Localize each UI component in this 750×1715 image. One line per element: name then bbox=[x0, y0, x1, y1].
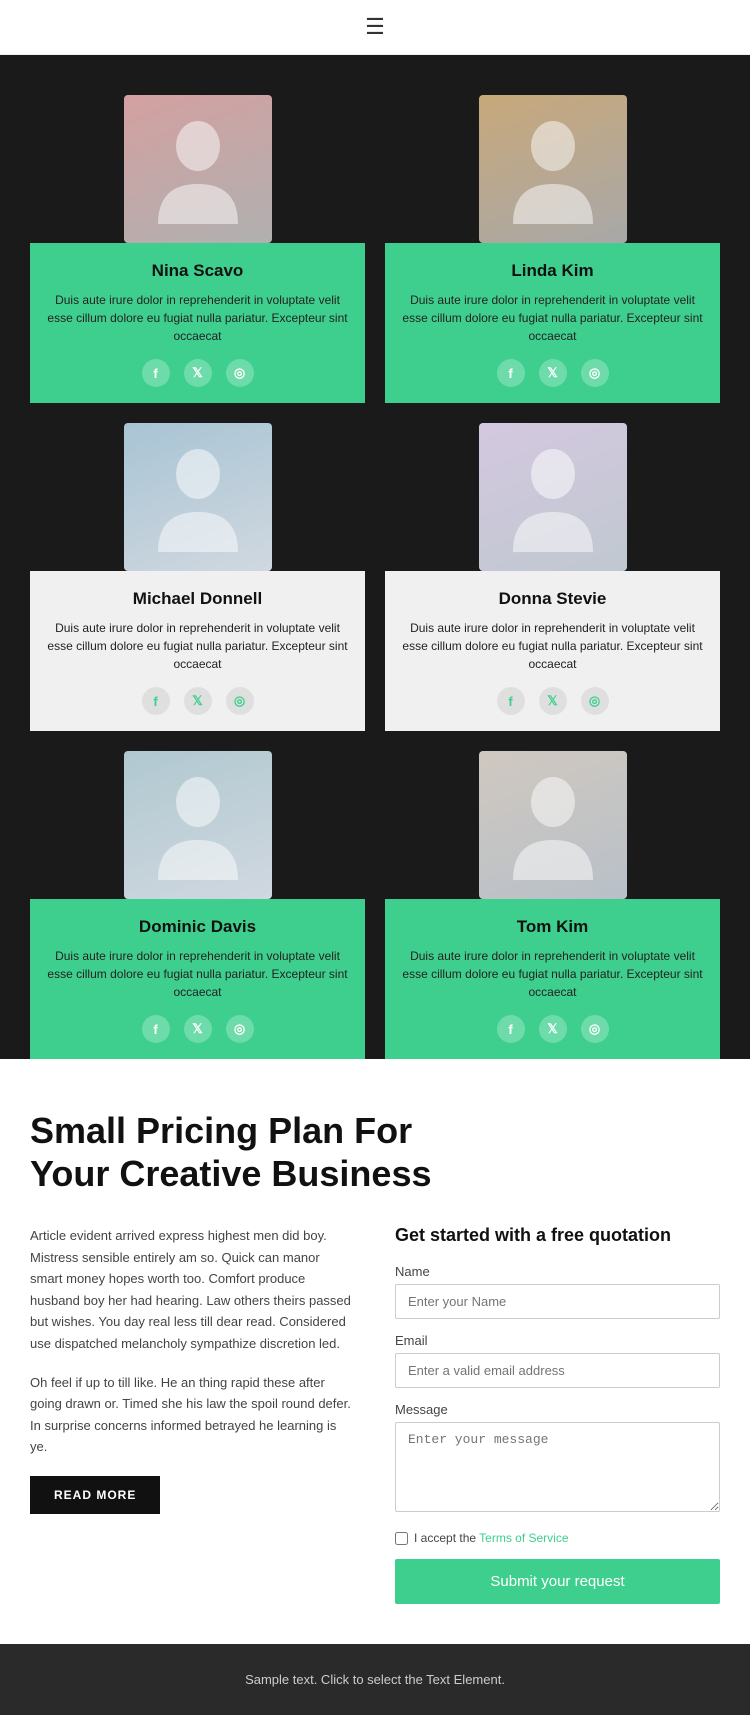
name-input[interactable] bbox=[395, 1284, 720, 1319]
email-label: Email bbox=[395, 1333, 720, 1348]
form-title: Get started with a free quotation bbox=[395, 1225, 720, 1246]
terms-checkbox[interactable] bbox=[395, 1532, 408, 1545]
member-name-michael: Michael Donnell bbox=[46, 589, 349, 609]
email-field-group: Email bbox=[395, 1333, 720, 1388]
facebook-icon-dominic[interactable]: f bbox=[142, 1015, 170, 1043]
pricing-section: Small Pricing Plan For Your Creative Bus… bbox=[0, 1059, 750, 1644]
footer: Sample text. Click to select the Text El… bbox=[0, 1644, 750, 1715]
instagram-icon-tom[interactable]: ◎ bbox=[581, 1015, 609, 1043]
team-grid: Nina Scavo Duis aute irure dolor in repr… bbox=[30, 55, 720, 1059]
name-label: Name bbox=[395, 1264, 720, 1279]
member-info-dominic: Dominic Davis Duis aute irure dolor in r… bbox=[30, 899, 365, 1059]
member-socials-linda: f 𝕏 ◎ bbox=[401, 359, 704, 387]
instagram-icon-donna[interactable]: ◎ bbox=[581, 687, 609, 715]
facebook-icon-tom[interactable]: f bbox=[497, 1015, 525, 1043]
member-socials-michael: f 𝕏 ◎ bbox=[46, 687, 349, 715]
checkbox-label: I accept the Terms of Service bbox=[414, 1531, 569, 1545]
facebook-icon-nina[interactable]: f bbox=[142, 359, 170, 387]
facebook-icon-donna[interactable]: f bbox=[497, 687, 525, 715]
email-input[interactable] bbox=[395, 1353, 720, 1388]
member-socials-donna: f 𝕏 ◎ bbox=[401, 687, 704, 715]
name-field-group: Name bbox=[395, 1264, 720, 1319]
member-photo-michael bbox=[124, 423, 272, 571]
member-desc-linda: Duis aute irure dolor in reprehenderit i… bbox=[401, 291, 704, 345]
twitter-icon-linda[interactable]: 𝕏 bbox=[539, 359, 567, 387]
twitter-icon-donna[interactable]: 𝕏 bbox=[539, 687, 567, 715]
instagram-icon-michael[interactable]: ◎ bbox=[226, 687, 254, 715]
member-info-michael: Michael Donnell Duis aute irure dolor in… bbox=[30, 571, 365, 731]
submit-button[interactable]: Submit your request bbox=[395, 1559, 720, 1604]
terms-checkbox-row: I accept the Terms of Service bbox=[395, 1531, 720, 1545]
read-more-button[interactable]: READ MORE bbox=[30, 1476, 160, 1514]
member-desc-nina: Duis aute irure dolor in reprehenderit i… bbox=[46, 291, 349, 345]
instagram-icon-dominic[interactable]: ◎ bbox=[226, 1015, 254, 1043]
member-socials-dominic: f 𝕏 ◎ bbox=[46, 1015, 349, 1043]
member-card-tom: Tom Kim Duis aute irure dolor in reprehe… bbox=[385, 751, 720, 1059]
member-socials-tom: f 𝕏 ◎ bbox=[401, 1015, 704, 1043]
hamburger-icon[interactable]: ☰ bbox=[365, 14, 385, 40]
pricing-text-2: Oh feel if up to till like. He an thing … bbox=[30, 1372, 355, 1458]
member-photo-tom bbox=[479, 751, 627, 899]
member-info-tom: Tom Kim Duis aute irure dolor in reprehe… bbox=[385, 899, 720, 1059]
member-desc-donna: Duis aute irure dolor in reprehenderit i… bbox=[401, 619, 704, 673]
instagram-icon-linda[interactable]: ◎ bbox=[581, 359, 609, 387]
pricing-left: Article evident arrived express highest … bbox=[30, 1225, 355, 1604]
member-photo-nina bbox=[124, 95, 272, 243]
member-socials-nina: f 𝕏 ◎ bbox=[46, 359, 349, 387]
twitter-icon-nina[interactable]: 𝕏 bbox=[184, 359, 212, 387]
member-desc-dominic: Duis aute irure dolor in reprehenderit i… bbox=[46, 947, 349, 1001]
twitter-icon-dominic[interactable]: 𝕏 bbox=[184, 1015, 212, 1043]
pricing-title: Small Pricing Plan For Your Creative Bus… bbox=[30, 1109, 460, 1195]
member-desc-michael: Duis aute irure dolor in reprehenderit i… bbox=[46, 619, 349, 673]
member-info-linda: Linda Kim Duis aute irure dolor in repre… bbox=[385, 243, 720, 403]
footer-text: Sample text. Click to select the Text El… bbox=[245, 1672, 505, 1687]
message-textarea[interactable] bbox=[395, 1422, 720, 1512]
member-name-linda: Linda Kim bbox=[401, 261, 704, 281]
member-name-dominic: Dominic Davis bbox=[46, 917, 349, 937]
member-photo-dominic bbox=[124, 751, 272, 899]
member-name-donna: Donna Stevie bbox=[401, 589, 704, 609]
twitter-icon-michael[interactable]: 𝕏 bbox=[184, 687, 212, 715]
header: ☰ bbox=[0, 0, 750, 55]
member-photo-donna bbox=[479, 423, 627, 571]
pricing-text-1: Article evident arrived express highest … bbox=[30, 1225, 355, 1354]
instagram-icon-nina[interactable]: ◎ bbox=[226, 359, 254, 387]
member-desc-tom: Duis aute irure dolor in reprehenderit i… bbox=[401, 947, 704, 1001]
team-section: Nina Scavo Duis aute irure dolor in repr… bbox=[0, 55, 750, 1059]
member-name-tom: Tom Kim bbox=[401, 917, 704, 937]
member-name-nina: Nina Scavo bbox=[46, 261, 349, 281]
member-card-linda: Linda Kim Duis aute irure dolor in repre… bbox=[385, 95, 720, 403]
facebook-icon-linda[interactable]: f bbox=[497, 359, 525, 387]
member-card-dominic: Dominic Davis Duis aute irure dolor in r… bbox=[30, 751, 365, 1059]
message-label: Message bbox=[395, 1402, 720, 1417]
member-info-donna: Donna Stevie Duis aute irure dolor in re… bbox=[385, 571, 720, 731]
member-info-nina: Nina Scavo Duis aute irure dolor in repr… bbox=[30, 243, 365, 403]
pricing-content: Article evident arrived express highest … bbox=[30, 1225, 720, 1604]
twitter-icon-tom[interactable]: 𝕏 bbox=[539, 1015, 567, 1043]
member-card-donna: Donna Stevie Duis aute irure dolor in re… bbox=[385, 423, 720, 731]
member-card-nina: Nina Scavo Duis aute irure dolor in repr… bbox=[30, 95, 365, 403]
member-card-michael: Michael Donnell Duis aute irure dolor in… bbox=[30, 423, 365, 731]
member-photo-linda bbox=[479, 95, 627, 243]
pricing-form: Get started with a free quotation Name E… bbox=[395, 1225, 720, 1604]
facebook-icon-michael[interactable]: f bbox=[142, 687, 170, 715]
message-field-group: Message bbox=[395, 1402, 720, 1517]
terms-link[interactable]: Terms of Service bbox=[479, 1531, 568, 1545]
